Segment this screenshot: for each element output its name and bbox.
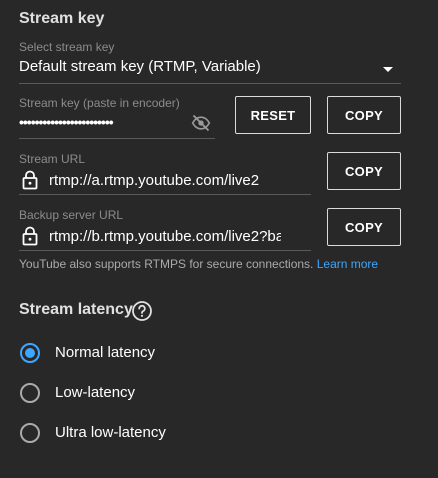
stream-key-dropdown[interactable]: Default stream key (RTMP, Variable) — [19, 56, 401, 84]
latency-option-label: Low-latency — [55, 384, 136, 401]
copy-stream-key-button[interactable]: COPY — [327, 96, 401, 134]
latency-option-low[interactable]: Low-latency — [19, 382, 219, 404]
dropdown-arrow-icon — [383, 67, 393, 72]
stream-url-value: rtmp://a.rtmp.youtube.com/live2 — [49, 172, 260, 189]
stream-url-field[interactable]: rtmp://a.rtmp.youtube.com/live2 — [19, 168, 311, 195]
backup-url-underline — [19, 250, 311, 251]
backup-url-field[interactable]: rtmp://b.rtmp.youtube.com/live2?backup=1 — [19, 224, 311, 251]
dropdown-underline — [19, 83, 401, 84]
select-stream-key-label: Select stream key — [19, 40, 115, 54]
stream-key-underline — [19, 138, 215, 139]
copy-backup-url-button[interactable]: COPY — [327, 208, 401, 246]
lock-icon — [22, 170, 38, 190]
latency-option-normal[interactable]: Normal latency — [19, 342, 219, 364]
eye-off-icon[interactable] — [190, 113, 212, 133]
backup-url-value: rtmp://b.rtmp.youtube.com/live2?backup=1 — [49, 228, 281, 245]
lock-icon — [22, 226, 38, 246]
latency-option-label: Normal latency — [55, 344, 156, 361]
radio-low-latency[interactable] — [20, 383, 40, 403]
stream-url-label: Stream URL — [19, 152, 86, 166]
rtmps-info: YouTube also supports RTMPS for secure c… — [19, 257, 378, 271]
stream-key-field[interactable]: •••••••••••••••••••••••• — [19, 112, 215, 139]
stream-latency-title: Stream latency — [19, 301, 133, 318]
learn-more-link[interactable]: Learn more — [317, 257, 378, 271]
stream-url-underline — [19, 194, 311, 195]
stream-key-field-label: Stream key (paste in encoder) — [19, 96, 180, 110]
copy-stream-url-button[interactable]: COPY — [327, 152, 401, 190]
reset-button[interactable]: RESET — [235, 96, 311, 134]
stream-key-dropdown-value: Default stream key (RTMP, Variable) — [19, 58, 261, 75]
latency-option-label: Ultra low-latency — [55, 424, 166, 441]
stream-key-title: Stream key — [19, 10, 105, 27]
rtmps-info-text: YouTube also supports RTMPS for secure c… — [19, 257, 314, 271]
radio-ultra-low-latency[interactable] — [20, 423, 40, 443]
help-icon[interactable] — [131, 300, 153, 322]
radio-normal-latency[interactable] — [20, 343, 40, 363]
latency-option-ultra-low[interactable]: Ultra low-latency — [19, 422, 219, 444]
stream-key-masked-value: •••••••••••••••••••••••• — [19, 114, 114, 130]
backup-url-label: Backup server URL — [19, 208, 124, 222]
